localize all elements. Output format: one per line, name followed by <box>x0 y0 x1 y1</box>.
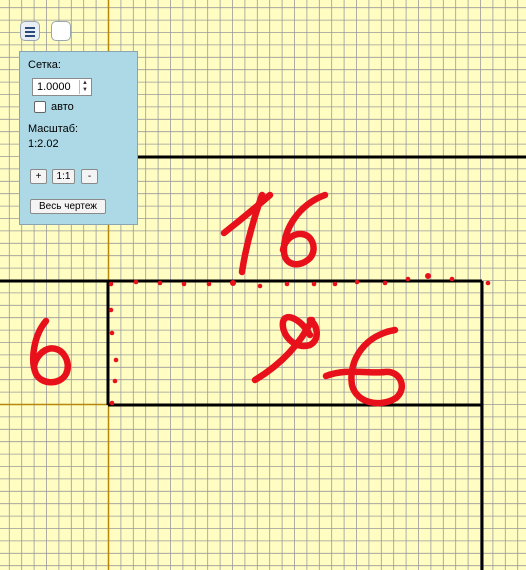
stepper-arrows-icon[interactable]: ▲ ▼ <box>79 80 90 94</box>
fit-all-button[interactable]: Весь чертеж <box>30 199 106 214</box>
red-dot <box>332 281 338 287</box>
grid-settings-panel: Сетка: 1.0000 ▲ ▼ авто Масштаб: 1:2.02 + … <box>19 51 138 225</box>
grid-size-value: 1.0000 <box>37 81 71 93</box>
red-dot <box>181 281 187 287</box>
red-dot <box>284 281 290 287</box>
red-dot <box>109 400 115 406</box>
red-dot <box>109 330 115 336</box>
red-dot <box>230 280 236 286</box>
red-dot <box>354 279 360 285</box>
hamburger-icon <box>25 27 35 39</box>
blank-tool-button[interactable] <box>51 21 71 41</box>
red-dot <box>133 279 139 285</box>
menu-button[interactable] <box>20 21 40 41</box>
scale-value: 1:2.02 <box>28 138 59 150</box>
auto-label: авто <box>51 101 74 113</box>
red-dot <box>449 276 455 282</box>
red-dot <box>112 378 118 384</box>
red-dot <box>425 273 431 279</box>
auto-checkbox[interactable] <box>34 101 46 113</box>
scale-label: Масштаб: <box>28 123 79 135</box>
red-dot <box>257 283 263 289</box>
red-dot <box>311 281 317 287</box>
red-dot <box>206 281 212 287</box>
red-dot <box>157 280 163 286</box>
red-dot <box>405 276 411 282</box>
red-dot <box>382 280 388 286</box>
red-dot <box>108 307 114 313</box>
red-dot <box>108 281 114 287</box>
red-dot <box>113 357 119 363</box>
zoom-out-button[interactable]: - <box>81 169 98 184</box>
red-dot <box>485 280 491 286</box>
zoom-reset-button[interactable]: 1:1 <box>52 169 75 184</box>
grid-label: Сетка: <box>28 59 61 71</box>
zoom-in-button[interactable]: + <box>30 169 47 184</box>
grid-size-stepper[interactable]: 1.0000 ▲ ▼ <box>32 78 92 96</box>
